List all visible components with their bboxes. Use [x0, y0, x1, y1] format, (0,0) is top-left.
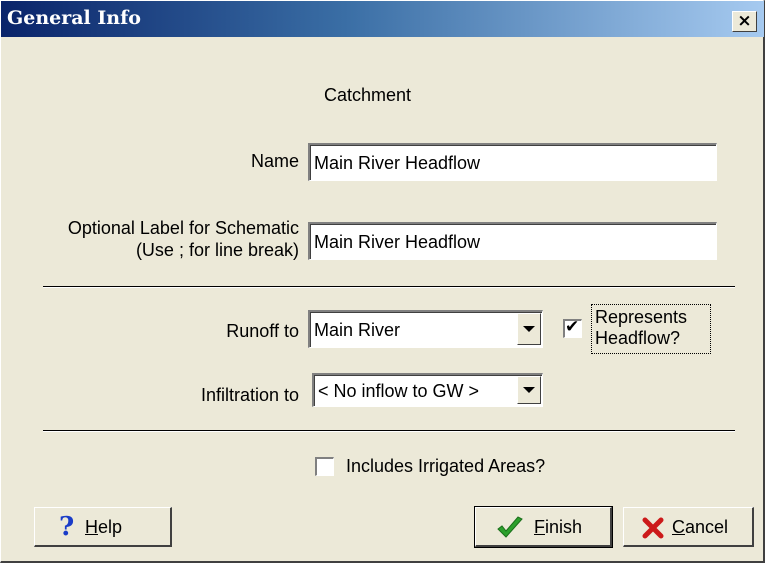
- name-input[interactable]: Main River Headflow: [308, 143, 717, 181]
- runoff-select[interactable]: Main River: [308, 310, 543, 348]
- headflow-label-line2: Headflow?: [595, 328, 681, 348]
- x-icon: [642, 517, 664, 539]
- general-info-dialog: General Info × Catchment Name Main River…: [0, 0, 765, 563]
- close-icon: ×: [737, 11, 752, 31]
- headflow-focus-box[interactable]: Represents Headflow?: [591, 304, 711, 354]
- checkmark-glyph: ✔: [565, 317, 580, 337]
- schematic-label-input[interactable]: Main River Headflow: [308, 222, 717, 260]
- schematic-label-value: Main River Headflow: [314, 232, 481, 252]
- schematic-label-line1: Optional Label for Schematic: [67, 218, 299, 238]
- catchment-heading: Catchment: [324, 85, 412, 105]
- headflow-checkbox[interactable]: ✔: [563, 317, 582, 338]
- infiltration-select[interactable]: < No inflow to GW >: [312, 373, 543, 407]
- chevron-down-icon: [523, 387, 535, 393]
- runoff-selected: Main River: [314, 320, 401, 340]
- finish-button[interactable]: Finish: [474, 506, 613, 548]
- name-label: Name: [250, 151, 299, 171]
- question-icon: ?: [59, 512, 75, 542]
- separator-top: [43, 286, 735, 288]
- title-bar[interactable]: General Info ×: [1, 1, 764, 37]
- cancel-button[interactable]: Cancel: [623, 507, 754, 547]
- infiltration-dropdown-button[interactable]: [517, 376, 541, 404]
- irrigated-label[interactable]: Includes Irrigated Areas?: [346, 456, 545, 477]
- separator-bottom: [43, 430, 735, 432]
- headflow-label-line1: Represents: [595, 307, 688, 327]
- infiltration-selected: < No inflow to GW >: [318, 381, 480, 401]
- chevron-down-icon: [523, 326, 535, 332]
- close-button[interactable]: ×: [732, 11, 757, 32]
- schematic-label-line2: (Use ; for line break): [135, 240, 299, 260]
- window-title: General Info: [7, 7, 141, 29]
- checkmark-icon: [497, 516, 523, 538]
- runoff-dropdown-button[interactable]: [517, 313, 541, 345]
- cancel-button-label: Cancel: [672, 517, 729, 537]
- runoff-label: Runoff to: [226, 321, 299, 341]
- finish-button-label: Finish: [534, 517, 583, 537]
- irrigated-checkbox[interactable]: [315, 457, 334, 476]
- name-value: Main River Headflow: [314, 153, 481, 173]
- help-button-label: Help: [85, 517, 123, 537]
- help-button[interactable]: ? Help: [34, 507, 172, 547]
- infiltration-label: Infiltration to: [200, 385, 299, 405]
